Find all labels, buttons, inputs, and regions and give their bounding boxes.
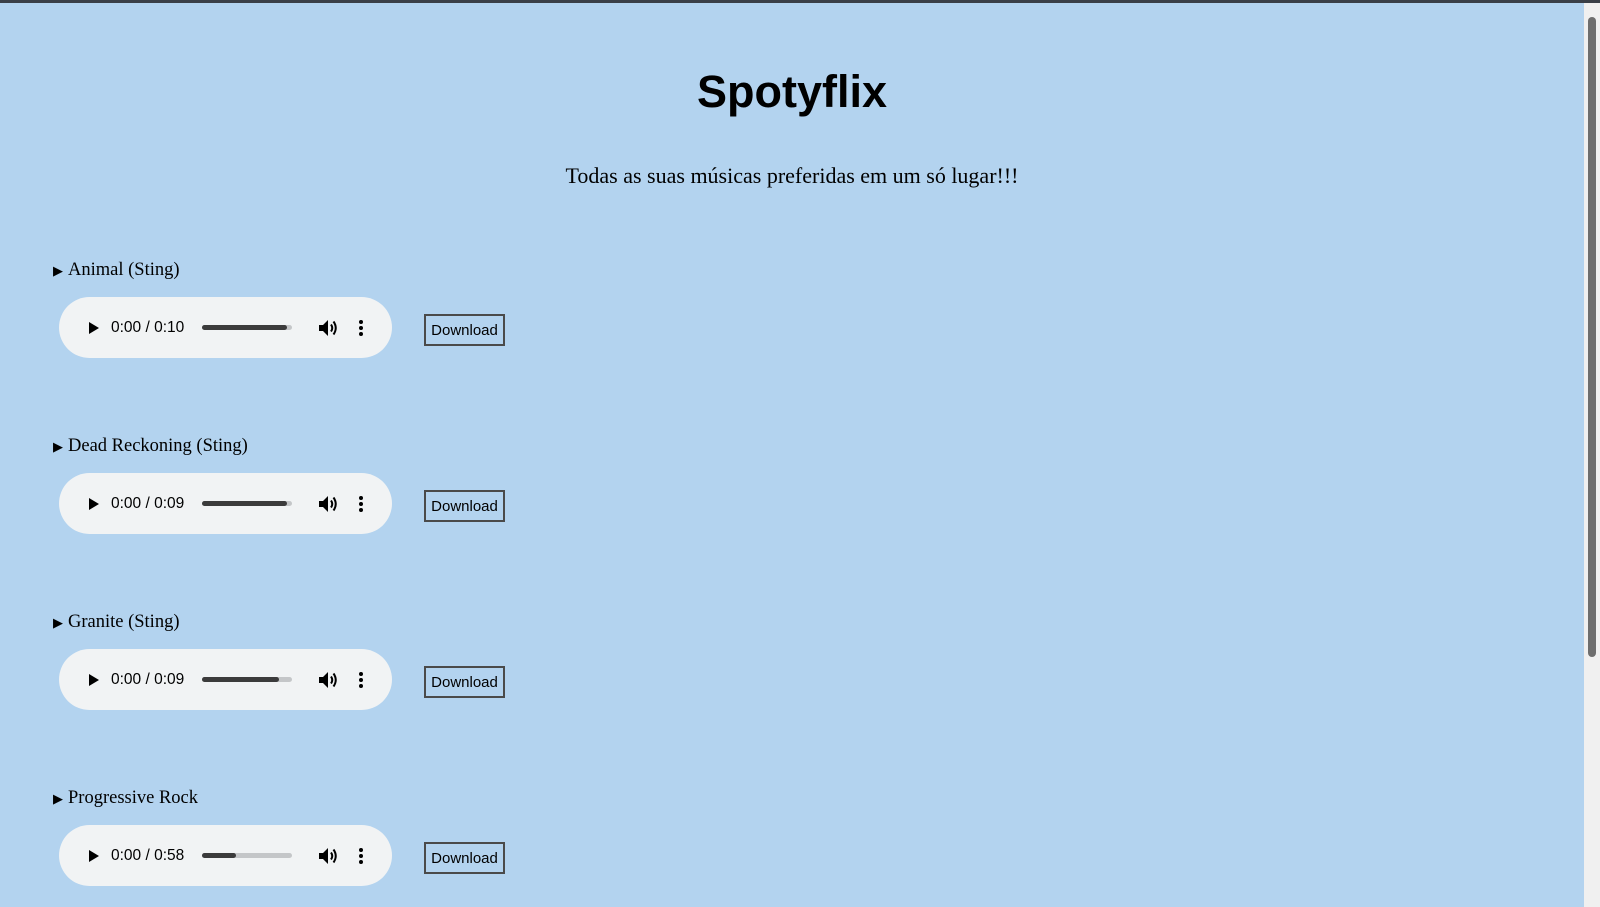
more-vertical-icon[interactable] [351,844,371,868]
download-button[interactable]: Download [424,490,505,522]
page-subtitle: Todas as suas músicas preferidas em um s… [565,163,1019,188]
window-top-border [0,0,1600,3]
track-item: ▶ Animal (Sting) 0:00 / 0:10 Download [0,258,900,418]
audio-player: 0:00 / 0:58 [59,825,392,886]
track-title: Progressive Rock [68,787,198,808]
volume-icon[interactable] [316,492,340,516]
audio-player: 0:00 / 0:09 [59,473,392,534]
time-display: 0:00 / 0:58 [111,847,185,864]
more-vertical-icon[interactable] [351,316,371,340]
time-display: 0:00 / 0:09 [111,671,185,688]
more-vertical-icon[interactable] [351,668,371,692]
scrollbar-thumb[interactable] [1588,17,1596,657]
more-vertical-icon[interactable] [351,492,371,516]
time-display: 0:00 / 0:09 [111,495,185,512]
volume-icon[interactable] [316,668,340,692]
track-summary[interactable]: ▶ Progressive Rock [53,786,198,810]
vertical-scrollbar[interactable] [1584,3,1600,907]
audio-player: 0:00 / 0:10 [59,297,392,358]
play-icon[interactable] [80,491,106,517]
track-title: Dead Reckoning (Sting) [68,435,248,456]
seek-slider[interactable] [202,853,292,858]
page-title: Spotyflix [696,66,888,117]
download-button[interactable]: Download [424,314,505,346]
seek-buffered [202,325,287,330]
track-summary[interactable]: ▶ Animal (Sting) [53,258,180,282]
track-summary[interactable]: ▶ Granite (Sting) [53,610,180,634]
play-icon[interactable] [80,315,106,341]
seek-slider[interactable] [202,677,292,682]
track-title: Animal (Sting) [68,259,180,280]
volume-icon[interactable] [316,316,340,340]
seek-buffered [202,853,237,858]
triangle-right-icon: ▶ [53,262,63,278]
volume-icon[interactable] [316,844,340,868]
track-item: ▶ Dead Reckoning (Sting) 0:00 / 0:09 Dow… [0,434,900,594]
track-summary[interactable]: ▶ Dead Reckoning (Sting) [53,434,248,458]
triangle-right-icon: ▶ [53,438,63,454]
triangle-right-icon: ▶ [53,614,63,630]
time-display: 0:00 / 0:10 [111,319,185,336]
track-item: ▶ Progressive Rock 0:00 / 0:58 Download [0,786,900,907]
triangle-right-icon: ▶ [53,790,63,806]
seek-slider[interactable] [202,501,292,506]
audio-player: 0:00 / 0:09 [59,649,392,710]
play-icon[interactable] [80,843,106,869]
play-icon[interactable] [80,667,106,693]
download-button[interactable]: Download [424,666,505,698]
track-item: ▶ Granite (Sting) 0:00 / 0:09 Download [0,610,900,770]
seek-slider[interactable] [202,325,292,330]
download-button[interactable]: Download [424,842,505,874]
seek-buffered [202,501,287,506]
seek-buffered [202,677,280,682]
track-title: Granite (Sting) [68,611,180,632]
